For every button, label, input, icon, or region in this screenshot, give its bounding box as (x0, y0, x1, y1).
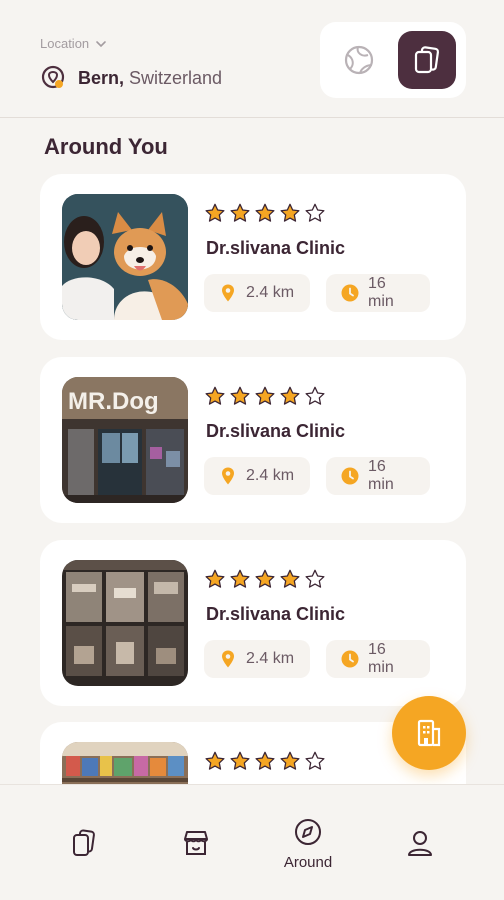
distance-value: 2.4 km (246, 467, 295, 484)
clinic-card[interactable]: Dr.slivana Clinic 2.4 km 16 min (40, 540, 466, 706)
star-filled-icon (205, 569, 225, 588)
cards-icon (73, 829, 95, 856)
distance-badge: 2.4 km (204, 274, 310, 312)
nav-item-cards[interactable] (34, 785, 134, 900)
star-filled-icon (280, 203, 300, 222)
star-filled-icon (280, 386, 300, 405)
rating-stars (204, 568, 326, 590)
location-pin-icon (41, 65, 65, 89)
location-pin-icon (222, 650, 234, 668)
location-city: Bern, (78, 67, 125, 88)
clinic-card[interactable]: MR.Dog Dr.slivana Clinic 2.4 km 16 min (40, 357, 466, 523)
location-text: Bern, Switzerland (78, 68, 222, 89)
rating-stars (204, 385, 326, 407)
star-filled-icon (280, 751, 300, 770)
star-empty-icon (305, 751, 325, 770)
time-badge: 16 min (326, 457, 430, 495)
star-empty-icon (305, 569, 325, 588)
store-icon (184, 831, 208, 855)
nav-item-store[interactable] (146, 785, 246, 900)
clinic-photo (62, 194, 188, 320)
time-value: 16 min (368, 458, 394, 493)
location-pin-icon (222, 284, 234, 302)
location-pin-icon (222, 467, 234, 485)
clinic-card[interactable]: Dr.slivana Clinic 2.4 km 16 min (40, 174, 466, 340)
star-filled-icon (230, 569, 250, 588)
user-icon (408, 831, 432, 856)
star-empty-icon (305, 386, 325, 405)
star-filled-icon (255, 203, 275, 222)
clinic-photo (62, 560, 188, 686)
distance-badge: 2.4 km (204, 640, 310, 678)
top-header: Location Bern, Switzerland (0, 0, 504, 118)
clinic-photo: MR.Dog (62, 377, 188, 503)
star-filled-icon (230, 203, 250, 222)
section-title: Around You (44, 134, 168, 159)
star-filled-icon (205, 203, 225, 222)
distance-value: 2.4 km (246, 650, 295, 667)
location-dropdown[interactable]: Location (40, 36, 107, 51)
star-filled-icon (255, 569, 275, 588)
map-view-button[interactable] (330, 31, 388, 89)
star-filled-icon (230, 386, 250, 405)
time-badge: 16 min (326, 640, 430, 678)
time-value: 16 min (368, 275, 394, 310)
time-value: 16 min (368, 641, 394, 676)
view-toggle (320, 22, 466, 98)
nav-item-profile[interactable] (370, 785, 470, 900)
rating-stars (204, 750, 326, 772)
clock-icon (341, 650, 359, 668)
nav-label-around: Around (283, 853, 333, 871)
clinic-name: Dr.slivana Clinic (206, 604, 346, 624)
compass-icon (295, 818, 321, 845)
building-icon (417, 719, 441, 747)
clock-icon (341, 467, 359, 485)
clinic-name: Dr.slivana Clinic (206, 421, 346, 441)
nav-item-around[interactable]: Around (258, 785, 358, 900)
star-filled-icon (255, 751, 275, 770)
bottom-navigation: Around (0, 784, 504, 900)
svg-text:MR.Dog: MR.Dog (68, 388, 159, 415)
star-filled-icon (205, 751, 225, 770)
current-location[interactable]: Bern, Switzerland (40, 64, 222, 92)
distance-badge: 2.4 km (204, 457, 310, 495)
list-view-button[interactable] (398, 31, 456, 89)
clock-icon (341, 284, 359, 302)
clinics-fab-button[interactable] (392, 696, 466, 770)
location-country: Switzerland (129, 67, 223, 88)
rating-stars (204, 202, 326, 224)
star-filled-icon (255, 386, 275, 405)
cards-icon (414, 46, 440, 74)
globe-icon (344, 45, 374, 75)
chevron-down-icon (96, 40, 106, 47)
star-filled-icon (280, 569, 300, 588)
star-filled-icon (205, 386, 225, 405)
location-label: Location (40, 36, 90, 51)
clinic-name: Dr.slivana Clinic (206, 238, 346, 258)
time-badge: 16 min (326, 274, 430, 312)
star-empty-icon (305, 203, 325, 222)
star-filled-icon (230, 751, 250, 770)
distance-value: 2.4 km (246, 284, 295, 301)
